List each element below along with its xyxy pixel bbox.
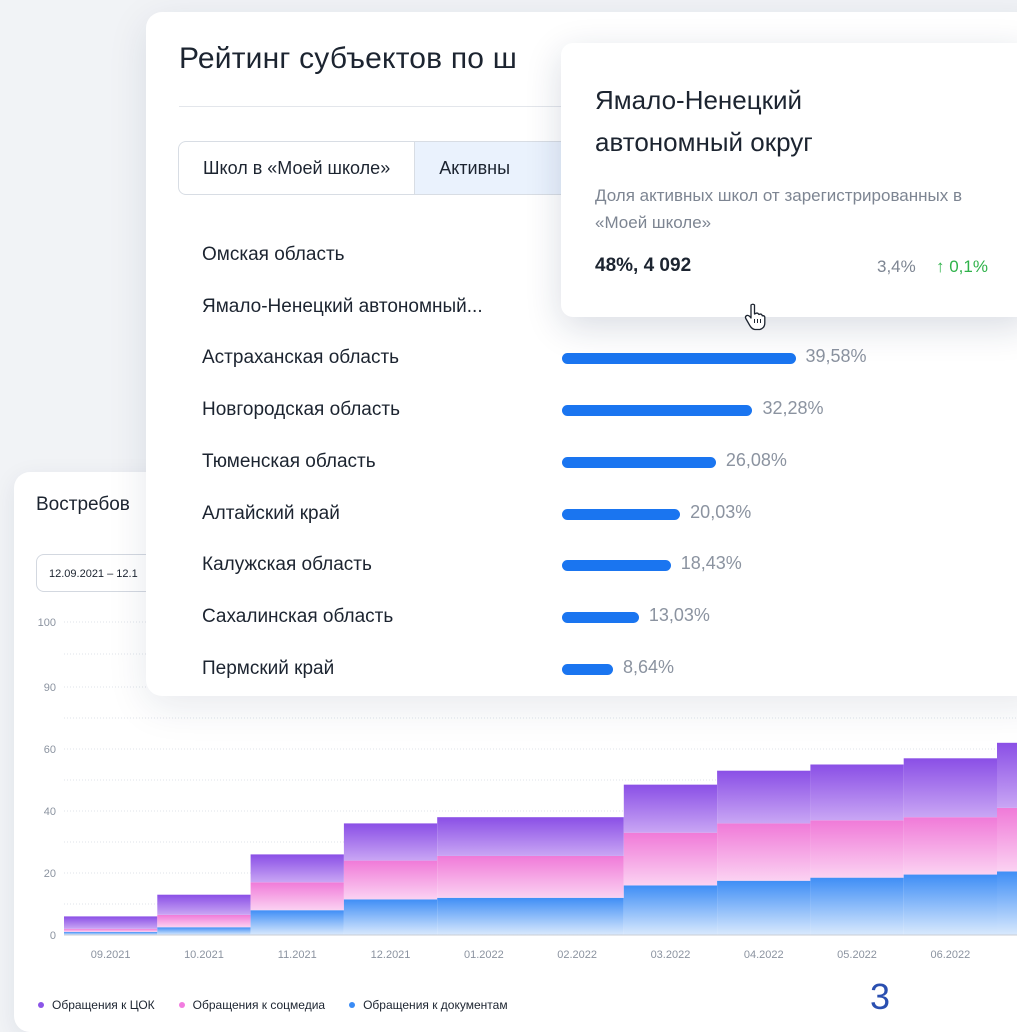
legend-label: Обращения к ЦОК bbox=[52, 998, 155, 1012]
rating-bar[interactable] bbox=[562, 508, 681, 520]
y-tick-label: 90 bbox=[44, 682, 56, 694]
x-tick-label: 10.2021 bbox=[184, 949, 224, 961]
legend-label: Обращения к документам bbox=[363, 998, 508, 1012]
rating-value: 20,03% bbox=[690, 501, 752, 522]
tooltip-region-name: Ямало-Ненецкий автономный округ bbox=[595, 85, 813, 157]
chart-segment bbox=[64, 916, 158, 929]
tab-schools[interactable]: Школ в «Моей школе» bbox=[179, 142, 414, 194]
chart-segment bbox=[997, 742, 1017, 808]
rating-value: 13,03% bbox=[648, 604, 710, 625]
legend-dot-icon bbox=[178, 1002, 185, 1008]
legend-item-tsok[interactable]: Обращения к ЦОК bbox=[38, 998, 155, 1012]
region-name: Калужская область bbox=[202, 554, 372, 576]
chart-segment bbox=[343, 860, 438, 900]
legend-item-socmedia[interactable]: Обращения к соцмедиа bbox=[178, 998, 326, 1012]
y-tick-label: 100 bbox=[38, 617, 56, 629]
x-tick-label: 11.2021 bbox=[278, 949, 317, 961]
chart-segment bbox=[343, 823, 438, 861]
chart-segment bbox=[623, 784, 718, 833]
region-name: Омская область bbox=[202, 244, 345, 265]
chart-segment bbox=[810, 764, 904, 821]
chart-segment bbox=[997, 807, 1017, 872]
chart-segment bbox=[623, 885, 718, 935]
tooltip-description: Доля активных школ от зарегистрированных… bbox=[595, 186, 962, 232]
region-name: Новгородская область bbox=[202, 399, 400, 421]
rating-bar[interactable] bbox=[562, 353, 796, 365]
y-tick-label: 0 bbox=[50, 930, 56, 942]
chart-segment bbox=[157, 927, 251, 935]
y-tick-label: 20 bbox=[44, 868, 56, 880]
x-tick-label: 05.2022 bbox=[837, 949, 877, 961]
chart-segment bbox=[810, 877, 904, 935]
rating-bar[interactable] bbox=[562, 611, 639, 623]
chart-segment bbox=[250, 882, 344, 911]
legend-dot-icon bbox=[38, 1002, 44, 1008]
x-tick-label: 03.2022 bbox=[651, 949, 691, 961]
tooltip-share: 3,4% bbox=[877, 257, 916, 276]
chart-segment bbox=[717, 770, 811, 824]
tooltip-delta: ↑ 0,1% bbox=[936, 257, 988, 276]
chart-segment bbox=[343, 899, 438, 935]
rating-value: 32,28% bbox=[762, 398, 824, 419]
chart-segment bbox=[903, 874, 997, 935]
region-name: Пермский край bbox=[202, 657, 335, 679]
hand-cursor-icon bbox=[744, 303, 766, 331]
legend-item-documents[interactable]: Обращения к документам bbox=[349, 998, 508, 1012]
x-tick-label: 12.2021 bbox=[371, 949, 411, 961]
chart-segment bbox=[623, 832, 718, 886]
rating-value: 8,64% bbox=[622, 656, 675, 677]
legend-dot-icon bbox=[349, 1002, 356, 1008]
chart-segment bbox=[64, 928, 158, 932]
x-tick-label: 02.2022 bbox=[557, 949, 597, 961]
chart-legend: Обращения к ЦОК Обращения к соцмедиа Обр… bbox=[38, 998, 508, 1012]
chart-segment bbox=[437, 817, 531, 856]
x-tick-label: 01.2022 bbox=[464, 949, 504, 961]
legend-label: Обращения к соцмедиа bbox=[192, 998, 326, 1012]
chart-segment bbox=[437, 897, 531, 935]
chart-segment bbox=[437, 855, 531, 898]
page-number: 3 bbox=[870, 976, 891, 1017]
chart-segment bbox=[717, 823, 811, 881]
rating-value: 39,58% bbox=[805, 346, 867, 367]
x-tick-label: 06.2022 bbox=[930, 949, 970, 961]
chart-segment bbox=[903, 758, 997, 818]
chart-segment bbox=[157, 894, 251, 915]
chart-segment bbox=[530, 855, 624, 898]
rating-title: Рейтинг субъектов по ш bbox=[179, 42, 517, 75]
chart-segment bbox=[250, 854, 344, 883]
chart-segment bbox=[810, 820, 904, 878]
rating-bar[interactable] bbox=[562, 456, 716, 468]
x-tick-label: 09.2021 bbox=[91, 949, 131, 961]
rating-bar[interactable] bbox=[562, 560, 671, 572]
x-tick-label: 04.2022 bbox=[744, 949, 784, 961]
region-tooltip: Ямало-Ненецкий автономный округ Доля акт… bbox=[561, 43, 1017, 317]
y-tick-label: 60 bbox=[44, 744, 56, 756]
region-name: Алтайский край bbox=[202, 502, 340, 524]
rating-value: 26,08% bbox=[725, 449, 787, 470]
region-name: Ямало-Ненецкий автономный... bbox=[202, 295, 483, 317]
tooltip-value: 48%, 4 092 bbox=[595, 255, 692, 276]
chart-segment bbox=[717, 880, 811, 935]
region-name: Астраханская область bbox=[202, 347, 400, 369]
rating-bar[interactable] bbox=[562, 405, 753, 417]
chart-segment bbox=[530, 817, 624, 856]
rating-bar[interactable] bbox=[562, 663, 613, 675]
chart-segment bbox=[530, 897, 624, 935]
chart-segment bbox=[997, 871, 1017, 935]
region-name: Сахалинская область bbox=[202, 605, 394, 627]
region-name: Тюменская область bbox=[202, 450, 376, 472]
chart-segment bbox=[157, 914, 251, 928]
y-tick-label: 40 bbox=[44, 806, 56, 818]
chart-segment bbox=[903, 817, 997, 875]
chart-segment bbox=[250, 910, 344, 935]
rating-value: 18,43% bbox=[680, 553, 742, 574]
